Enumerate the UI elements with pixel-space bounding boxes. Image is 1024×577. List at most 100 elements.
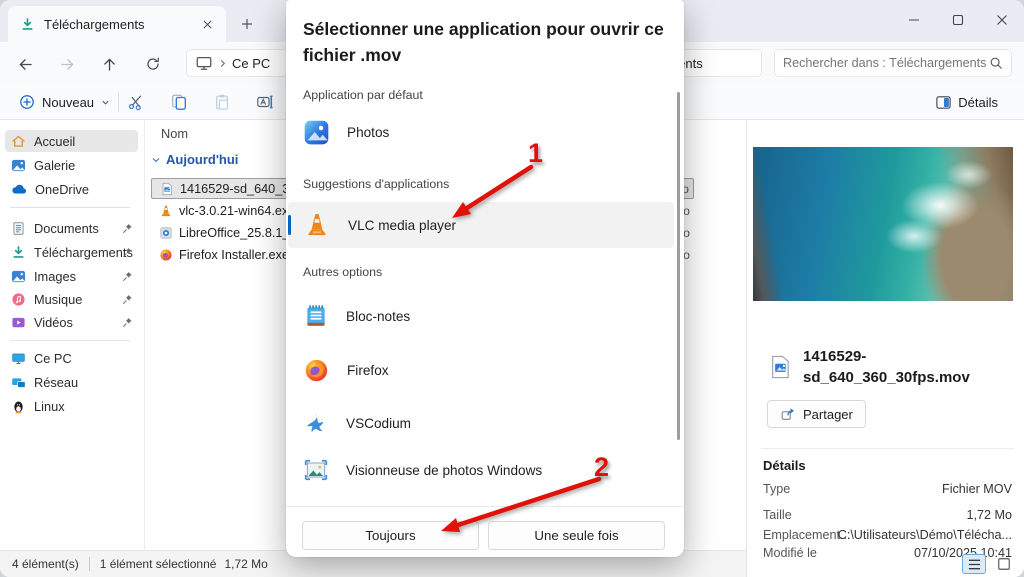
sidebar-label: Réseau — [34, 374, 79, 390]
chevron-right-icon — [218, 59, 227, 68]
forward-icon[interactable] — [54, 51, 80, 77]
selection-count: 1 élément sélectionné — [99, 557, 217, 571]
sidebar-label: Vidéos — [34, 314, 73, 330]
vlc-file-icon — [159, 204, 173, 218]
selected-file-name: 1416529- sd_640_360_30fps.mov — [803, 348, 970, 386]
details-section-title: Détails — [763, 458, 806, 473]
detail-row-type: Type Fichier MOV — [763, 482, 1012, 496]
plus-circle-icon — [19, 94, 35, 110]
app-option-bloc-notes[interactable]: Bloc-notes — [288, 294, 674, 338]
search-icon[interactable] — [989, 56, 1003, 70]
once-button[interactable]: Une seule fois — [488, 521, 665, 550]
refresh-icon[interactable] — [140, 51, 166, 77]
sidebar-item-ce-pc[interactable]: Ce PC — [5, 347, 138, 369]
thumbnail-view-icon[interactable] — [992, 554, 1016, 574]
pin-icon — [122, 271, 133, 282]
vlc-icon — [303, 211, 331, 239]
sidebar-item-galerie[interactable]: Galerie — [5, 154, 138, 176]
video-icon — [11, 315, 26, 330]
picture-icon — [11, 269, 26, 284]
sidebar-item-musique[interactable]: Musique — [5, 288, 138, 310]
copy-icon[interactable] — [164, 89, 194, 115]
file-preview-image — [753, 147, 1013, 301]
photo-viewer-icon — [303, 457, 329, 483]
dialog-scrollbar[interactable] — [677, 92, 680, 440]
search-box[interactable] — [774, 49, 1012, 77]
sidebar-item-documents[interactable]: Documents — [5, 217, 138, 239]
always-button[interactable]: Toujours — [302, 521, 479, 550]
group-header[interactable]: Aujourd'hui — [151, 152, 238, 167]
back-icon[interactable] — [12, 51, 38, 77]
sidebar-item-reseau[interactable]: Réseau — [5, 371, 138, 393]
chevron-down-icon — [101, 98, 110, 107]
cut-icon[interactable] — [121, 89, 151, 115]
new-button[interactable]: Nouveau — [10, 89, 119, 115]
divider — [286, 506, 684, 507]
download-icon — [11, 245, 26, 260]
app-label: Photos — [347, 124, 390, 140]
app-option-vscodium[interactable]: VSCodium — [288, 401, 674, 445]
video-file-icon — [767, 346, 793, 388]
selected-file-summary: 1416529- sd_640_360_30fps.mov — [767, 346, 970, 388]
app-option-vlc[interactable]: VLC media player — [288, 202, 674, 248]
sidebar-item-linux[interactable]: Linux — [5, 395, 138, 417]
app-label: VLC media player — [348, 217, 457, 233]
column-header-nom[interactable]: Nom — [161, 126, 188, 141]
cloud-icon — [11, 184, 27, 195]
sidebar-item-accueil[interactable]: Accueil — [5, 130, 138, 152]
sidebar-label: Linux — [34, 398, 65, 414]
app-option-firefox[interactable]: Firefox — [288, 348, 674, 392]
close-icon[interactable] — [980, 0, 1024, 40]
new-tab-icon[interactable] — [236, 13, 258, 35]
sidebar-item-telechargements[interactable]: Téléchargements — [5, 241, 138, 263]
app-option-photos[interactable]: Photos — [288, 110, 674, 154]
sidebar-item-onedrive[interactable]: OneDrive — [5, 178, 138, 200]
tab-telechargements[interactable]: Téléchargements — [8, 6, 226, 42]
selection-accent-bar — [288, 215, 291, 235]
divider — [118, 92, 119, 112]
firefox-icon — [303, 357, 330, 384]
app-option-photo-viewer[interactable]: Visionneuse de photos Windows — [288, 448, 674, 492]
monitor-icon — [195, 54, 213, 72]
detail-row-taille: Taille 1,72 Mo — [763, 508, 1012, 522]
divider — [88, 557, 90, 571]
sidebar-label: Accueil — [34, 133, 76, 149]
breadcrumb-root[interactable]: Ce PC — [232, 56, 270, 71]
search-input[interactable] — [783, 56, 989, 70]
share-button[interactable]: Partager — [767, 400, 866, 428]
network-icon — [11, 375, 26, 390]
sidebar-label: OneDrive — [35, 181, 90, 197]
chevron-down-icon — [151, 155, 161, 165]
list-view-icon[interactable] — [962, 554, 986, 574]
paste-icon[interactable] — [207, 89, 237, 115]
firefox-file-icon — [159, 248, 173, 262]
details-pane-toggle[interactable]: Détails — [927, 89, 1006, 115]
file-name: LibreOffice_25.8.1_W — [179, 225, 302, 240]
open-with-dialog: Sélectionner une application pour ouvrir… — [286, 0, 684, 557]
gallery-icon — [11, 158, 26, 173]
app-label: Bloc-notes — [346, 308, 411, 324]
section-default-app: Application par défaut — [303, 88, 423, 102]
download-icon — [20, 17, 35, 32]
computer-icon — [11, 351, 26, 366]
sidebar-item-images[interactable]: Images — [5, 265, 138, 287]
sidebar-label: Documents — [34, 220, 99, 236]
section-suggested-apps: Suggestions d'applications — [303, 177, 450, 191]
tab-title: Téléchargements — [44, 16, 145, 32]
pin-icon — [122, 294, 133, 305]
item-count: 4 élément(s) — [12, 557, 79, 571]
maximize-icon[interactable] — [936, 0, 980, 40]
share-button-label: Partager — [803, 406, 853, 422]
window-controls — [892, 0, 1024, 40]
rename-icon[interactable] — [250, 89, 280, 115]
up-icon[interactable] — [96, 51, 122, 77]
file-name: Firefox Installer.exe — [179, 247, 290, 262]
sidebar-item-videos[interactable]: Vidéos — [5, 311, 138, 333]
minimize-icon[interactable] — [892, 0, 936, 40]
group-label: Aujourd'hui — [166, 152, 239, 167]
tab-close-icon[interactable] — [196, 13, 218, 35]
notepad-icon — [303, 303, 329, 329]
app-label: Firefox — [347, 362, 389, 378]
selection-size: 1,72 Mo — [224, 557, 268, 571]
details-toggle-label: Détails — [958, 94, 998, 110]
